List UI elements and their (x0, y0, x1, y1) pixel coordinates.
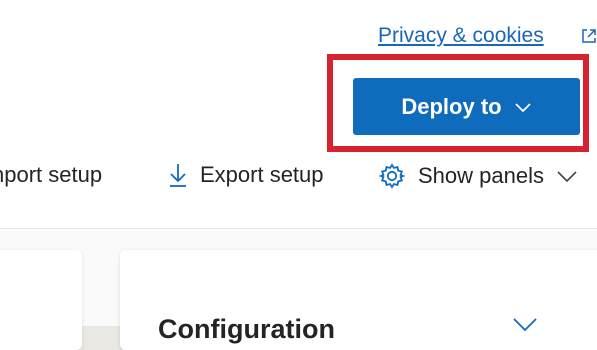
show-panels-button[interactable]: Show panels (378, 162, 578, 190)
export-setup-button[interactable]: Export setup (168, 162, 324, 188)
import-setup-button[interactable]: nport setup (0, 162, 102, 188)
import-setup-label: nport setup (0, 162, 103, 187)
chevron-down-icon (557, 171, 577, 183)
configuration-card: Configuration (120, 250, 597, 350)
show-panels-label: Show panels (418, 163, 544, 188)
chevron-down-icon (514, 102, 531, 112)
configuration-title: Configuration (158, 314, 335, 344)
left-panel-card (0, 250, 82, 350)
chevron-down-icon[interactable] (512, 316, 538, 332)
download-arrow-icon (170, 164, 186, 187)
deploy-to-label: Deploy to (401, 93, 502, 119)
gear-icon (378, 163, 406, 189)
toolbar-divider (0, 228, 597, 229)
deploy-to-button[interactable]: Deploy to (353, 78, 580, 135)
page: Privacy & cookies Deploy to nport setup … (0, 0, 597, 350)
header-area: Privacy & cookies Deploy to nport setup … (0, 0, 597, 228)
external-link-icon[interactable] (581, 28, 597, 44)
export-setup-label: Export setup (200, 162, 324, 187)
toolbar: nport setup Export setup Show panels (0, 156, 597, 200)
privacy-cookies-link[interactable]: Privacy & cookies (378, 24, 544, 48)
